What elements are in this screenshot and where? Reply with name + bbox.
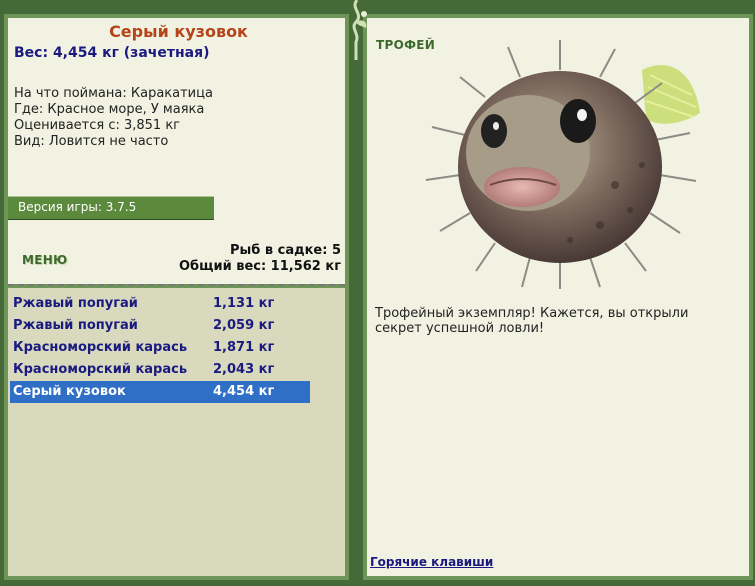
- fish-place: Где: Красное море, У маяка: [14, 102, 205, 117]
- version-text: Версия игры: 3.7.5: [18, 200, 137, 214]
- catch-row[interactable]: Ржавый попугай 2,059 кг: [10, 315, 310, 337]
- catch-weight: 1,131 кг: [213, 296, 275, 311]
- catch-name: Ржавый попугай: [13, 296, 138, 311]
- trophy-description: Трофейный экземпляр! Кажется, вы открыли…: [375, 306, 689, 336]
- catch-weight: 2,059 кг: [213, 318, 275, 333]
- version-bar: Версия игры: 3.7.5: [8, 196, 214, 220]
- catch-weight: 1,871 кг: [213, 340, 275, 355]
- fish-value: Оценивается с: 3,851 кг: [14, 118, 181, 133]
- fish-count: Рыб в садке: 5: [229, 243, 341, 258]
- catch-row-selected[interactable]: Серый кузовок 4,454 кг: [10, 381, 310, 403]
- menu-button[interactable]: МЕНЮ: [22, 253, 67, 267]
- keepnet-stats: Рыб в садке: 5 Общий вес: 11,562 кг: [179, 243, 341, 275]
- fish-bait: На что поймана: Каракатица: [14, 86, 213, 101]
- catch-name: Красноморский карась: [13, 340, 188, 355]
- catch-row[interactable]: Ржавый попугай 1,131 кг: [10, 293, 310, 315]
- fish-weight: Вес: 4,454 кг (зачетная): [14, 45, 210, 61]
- total-weight: Общий вес: 11,562 кг: [178, 259, 341, 274]
- catch-name: Серый кузовок: [13, 384, 126, 399]
- catch-row[interactable]: Красноморский карась 1,871 кг: [10, 337, 310, 359]
- pufferfish-image: [425, 40, 700, 289]
- catch-weight: 2,043 кг: [213, 362, 275, 377]
- catch-weight: 4,454 кг: [213, 384, 275, 399]
- fish-name-title: Серый кузовок: [109, 22, 248, 41]
- catch-name: Красноморский карась: [13, 362, 188, 377]
- hotkeys-link[interactable]: Горячие клавиши: [370, 555, 493, 569]
- list-separator: [8, 284, 345, 286]
- catch-name: Ржавый попугай: [13, 318, 138, 333]
- fish-frequency: Вид: Ловится не часто: [14, 134, 169, 149]
- catch-row[interactable]: Красноморский карась 2,043 кг: [10, 359, 310, 381]
- catch-list: Ржавый попугай 1,131 кг Ржавый попугай 2…: [10, 293, 310, 403]
